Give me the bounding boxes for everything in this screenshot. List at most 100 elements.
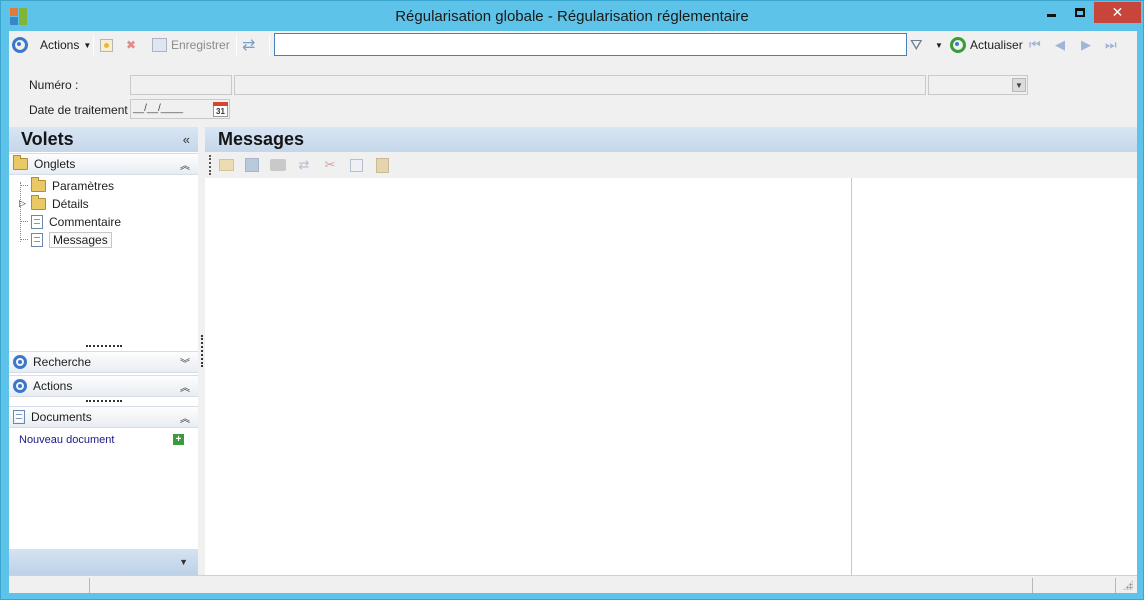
- group-onglets[interactable]: Onglets ︽: [9, 153, 198, 175]
- chevron-down-icon: ▼: [935, 40, 943, 50]
- group-documents[interactable]: Documents ︽: [9, 406, 198, 428]
- content-panel: Messages ⇄ ✂: [205, 127, 1137, 575]
- client-area: Actions ▼ ✖ Enregistrer ⇄ ⛛ ▼ Actualiser…: [9, 31, 1137, 593]
- numero-type-select[interactable]: ▼: [928, 75, 1028, 95]
- delete-icon: ✖: [126, 38, 137, 52]
- refresh-button[interactable]: Actualiser: [950, 35, 1023, 55]
- splitter-grip[interactable]: [86, 400, 122, 402]
- folder-icon: [31, 177, 46, 192]
- save-icon[interactable]: [243, 156, 261, 174]
- folder-icon: [31, 195, 46, 210]
- document-icon: [31, 215, 43, 229]
- maximize-button[interactable]: [1066, 2, 1093, 23]
- actions-menu-label: Actions: [40, 38, 80, 52]
- cut-icon[interactable]: ✂: [321, 156, 339, 174]
- tree-item-parametres[interactable]: Paramètres: [31, 177, 114, 195]
- splitter-grip[interactable]: [86, 345, 122, 347]
- chevron-down-icon: ▼: [83, 40, 92, 50]
- last-record-icon[interactable]: ⏭: [1105, 37, 1117, 53]
- new-document-link[interactable]: Nouveau document: [19, 434, 114, 446]
- calendar-day: 31: [216, 107, 225, 116]
- panel-header: Volets «: [9, 127, 198, 152]
- content-splitter[interactable]: [851, 178, 852, 575]
- new-button[interactable]: [100, 35, 113, 55]
- actions-menu-button[interactable]: Actions ▼: [40, 35, 91, 55]
- numero-description-field[interactable]: [234, 75, 926, 95]
- refresh-label: Actualiser: [970, 38, 1023, 52]
- new-document-icon: [100, 38, 113, 52]
- tree-item-label: Messages: [49, 232, 112, 248]
- document-icon: [13, 410, 25, 424]
- chevron-up-icon[interactable]: ︽: [180, 379, 190, 394]
- chevron-up-icon[interactable]: ︽: [180, 410, 190, 425]
- group-recherche[interactable]: Recherche ︾: [9, 351, 198, 373]
- content-title: Messages: [218, 129, 305, 149]
- tree-item-label: Détails: [52, 197, 89, 211]
- window-title: Régularisation globale - Régularisation …: [395, 8, 749, 25]
- date-value: __/__/____: [133, 103, 184, 114]
- close-button[interactable]: ✕: [1094, 2, 1141, 23]
- tree-item-details[interactable]: Détails: [31, 195, 89, 213]
- tree-item-commentaire[interactable]: Commentaire: [31, 213, 121, 231]
- search-input[interactable]: [274, 33, 907, 56]
- maximize-icon: [1074, 8, 1085, 17]
- main-toolbar: Actions ▼ ✖ Enregistrer ⇄ ⛛ ▼ Actualiser…: [9, 31, 1137, 59]
- sync-button[interactable]: ⇄: [242, 35, 255, 55]
- save-icon: [152, 38, 167, 52]
- first-record-icon[interactable]: ⏮: [1029, 37, 1041, 53]
- tree-line: [21, 221, 28, 222]
- chevron-down-icon[interactable]: ▼: [179, 557, 188, 567]
- open-folder-icon[interactable]: [217, 156, 235, 174]
- expand-icon[interactable]: ▷: [19, 198, 26, 209]
- tree-item-messages[interactable]: Messages: [31, 231, 112, 249]
- group-documents-label: Documents: [31, 410, 92, 424]
- refresh-icon: [950, 37, 966, 53]
- toolbar-grip[interactable]: [209, 155, 211, 175]
- content-toolbar: ⇄ ✂: [205, 152, 1137, 178]
- status-pane: [89, 578, 90, 593]
- content-header: Messages: [205, 127, 1137, 152]
- filter-dropdown-button[interactable]: ▼: [935, 35, 943, 55]
- minimize-button[interactable]: [1038, 2, 1065, 23]
- panel-footer[interactable]: ▼: [9, 549, 198, 575]
- next-record-icon[interactable]: ▶: [1081, 37, 1091, 53]
- chevron-down-icon: ▼: [1012, 78, 1026, 92]
- panel-splitter[interactable]: [201, 335, 203, 367]
- resize-grip[interactable]: [1123, 580, 1133, 590]
- save-label: Enregistrer: [171, 38, 230, 52]
- calendar-icon[interactable]: 31: [213, 102, 228, 117]
- chevron-down-icon[interactable]: ︾: [180, 355, 190, 370]
- group-actions[interactable]: Actions ︽: [9, 375, 198, 397]
- chevron-up-icon[interactable]: ︽: [180, 157, 190, 172]
- numero-field[interactable]: [130, 75, 232, 95]
- actions-menu-icon-button[interactable]: [12, 35, 28, 55]
- status-pane: [1032, 578, 1033, 593]
- group-recherche-label: Recherche: [33, 355, 92, 369]
- toolbar-separator: [236, 35, 237, 55]
- add-icon[interactable]: +: [173, 434, 184, 445]
- status-pane: [1115, 578, 1116, 593]
- filter-button[interactable]: ⛛: [910, 35, 923, 55]
- actions-ring-icon: [13, 379, 27, 393]
- save-button[interactable]: Enregistrer: [152, 35, 230, 55]
- date-label: Date de traitement :: [29, 103, 135, 117]
- folder-icon: [13, 155, 28, 170]
- group-actions-label: Actions: [33, 379, 73, 393]
- content-body[interactable]: [209, 178, 1133, 575]
- tree-line: [20, 182, 21, 242]
- numero-label: Numéro :: [29, 78, 79, 92]
- paste-icon[interactable]: [373, 156, 391, 174]
- tree-line: [21, 185, 28, 186]
- previous-record-icon[interactable]: ◀: [1055, 37, 1065, 53]
- actions-ring-icon: [12, 37, 28, 53]
- collapse-panel-icon[interactable]: «: [183, 132, 190, 147]
- copy-icon[interactable]: [347, 156, 365, 174]
- filter-icon: ⛛: [910, 36, 923, 54]
- date-field[interactable]: __/__/____ 31: [130, 99, 230, 119]
- delete-button[interactable]: ✖: [126, 35, 136, 55]
- toolbar-separator: [93, 35, 94, 55]
- tree-item-label: Paramètres: [52, 179, 115, 193]
- print-icon[interactable]: [269, 156, 287, 174]
- title-bar[interactable]: Régularisation globale - Régularisation …: [1, 1, 1143, 31]
- refresh-icon[interactable]: ⇄: [295, 156, 313, 174]
